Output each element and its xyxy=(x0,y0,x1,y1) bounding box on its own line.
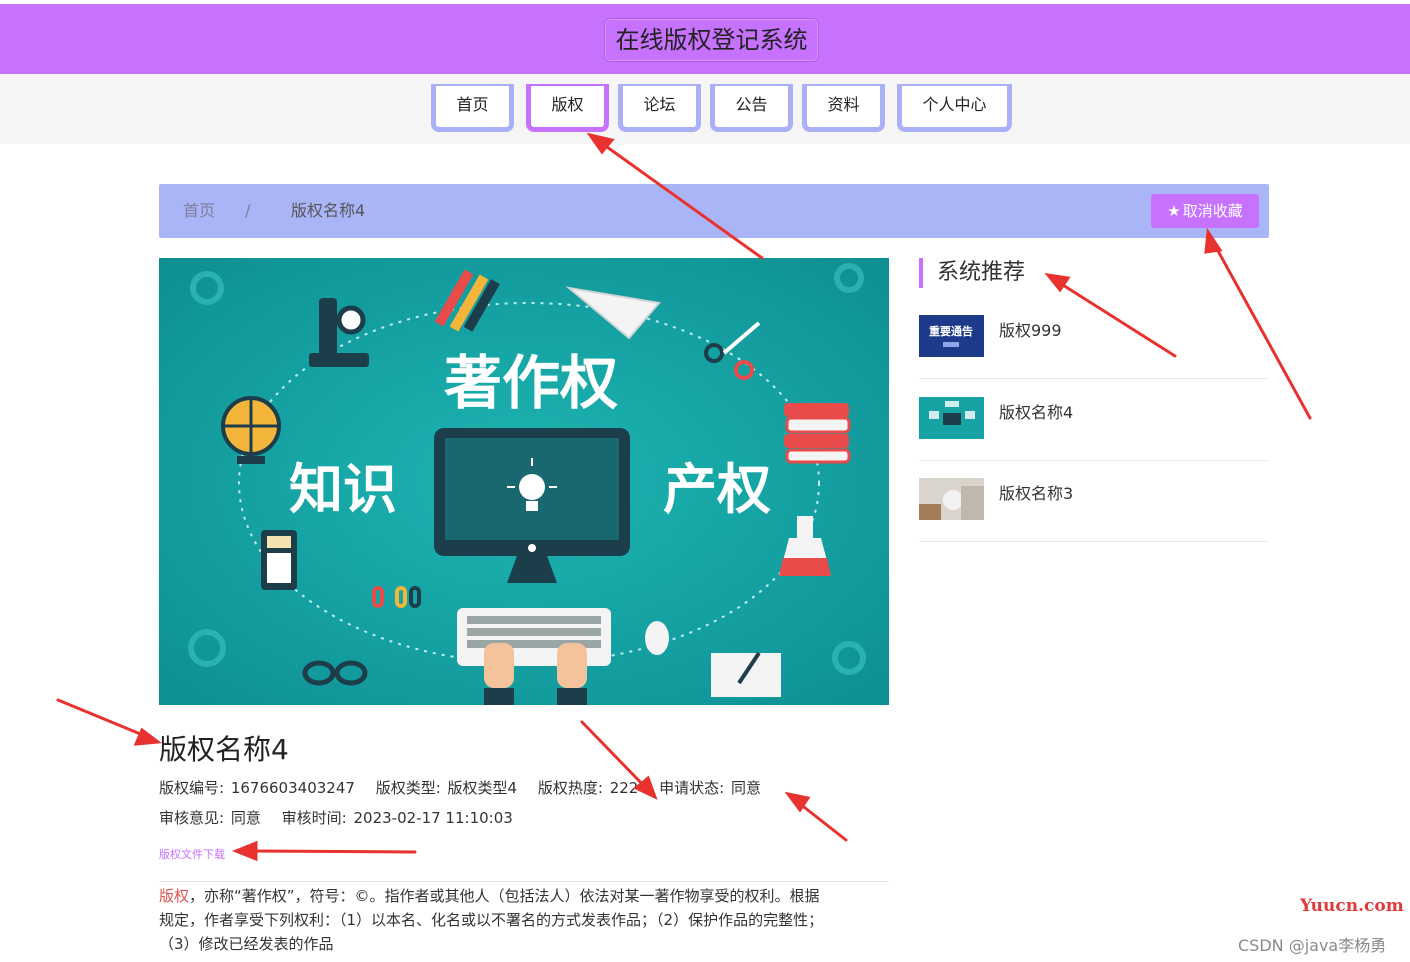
nav-item-profile[interactable]: 个人中心 xyxy=(897,84,1012,132)
nav-item-forum[interactable]: 论坛 xyxy=(618,84,701,132)
type-value: 版权类型4 xyxy=(447,779,518,797)
unfavorite-label: 取消收藏 xyxy=(1182,202,1243,220)
copyright-title: 版权名称4 xyxy=(159,733,289,766)
breadcrumb-home[interactable]: 首页 xyxy=(183,184,215,238)
nav-item-home[interactable]: 首页 xyxy=(431,84,514,132)
description-line-2: 规定，作者享受下列权利：（1）以本名、化名或以不署名的方式发表作品；（2）保护作… xyxy=(159,911,824,929)
recommendation-title: 系统推荐 xyxy=(919,258,1025,288)
number-label: 版权编号: xyxy=(159,779,225,797)
hero-text-right: 产权 xyxy=(663,458,771,521)
type-label: 版权类型: xyxy=(375,779,441,797)
heat-label: 版权热度: xyxy=(537,779,603,797)
recommendation-item[interactable]: 重要通告 版权999 xyxy=(919,297,1269,379)
description-keyword: 版权 xyxy=(159,887,190,905)
thumb-text: 重要通告 xyxy=(929,324,973,338)
review-time-label: 审核时间: xyxy=(281,809,347,827)
site-title[interactable]: 在线版权登记系统 xyxy=(604,18,819,62)
site-header: 在线版权登记系统 xyxy=(0,4,1410,74)
ip-illustration: 著作权 知识 产权 xyxy=(159,258,889,705)
csdn-watermark: CSDN @java李杨勇 xyxy=(1238,936,1387,955)
file-download-link[interactable]: 版权文件下载 xyxy=(159,846,225,862)
copyright-description: 版权，亦称“著作权”，符号：©。指作者或其他人（包括法人）依法对某一著作物享受的… xyxy=(159,884,889,956)
recommendation-label: 版权999 xyxy=(999,321,1062,340)
recommendation-item[interactable]: 版权名称4 xyxy=(919,379,1269,461)
breadcrumb-current: 版权名称4 xyxy=(291,201,366,220)
heat-value: 222 xyxy=(609,779,639,797)
hero-text-main: 著作权 xyxy=(444,349,618,417)
review-time-value: 2023-02-17 11:10:03 xyxy=(353,809,513,827)
description-line-1: 版权，亦称“著作权”，符号：©。指作者或其他人（包括法人）依法对某一著作物享受的… xyxy=(159,884,889,908)
hero-text-left: 知识 xyxy=(289,458,397,521)
recommendation-thumbnail: 重要通告 xyxy=(919,315,984,357)
breadcrumb: 首页 / 版权名称4 ★ 取消收藏 xyxy=(159,184,1269,238)
recommendation-thumbnail xyxy=(919,478,984,520)
description-text-1: ，亦称“著作权”，符号：©。指作者或其他人（包括法人）依法对某一著作物享受的权利… xyxy=(189,887,820,905)
nav-item-copyright[interactable]: 版权 xyxy=(526,84,609,132)
status-value: 同意 xyxy=(730,779,761,797)
status-label: 申请状态: xyxy=(659,779,725,797)
content-divider xyxy=(159,881,889,882)
opinion-value: 同意 xyxy=(230,809,261,827)
recommendation-item[interactable]: 版权名称3 xyxy=(919,460,1269,542)
meta-line-1: 版权编号: 1676603403247 版权类型: 版权类型4 版权热度: 22… xyxy=(159,777,763,798)
unfavorite-button[interactable]: ★ 取消收藏 xyxy=(1151,194,1259,228)
copyright-cover-image: 著作权 知识 产权 xyxy=(159,258,889,705)
opinion-label: 审核意见: xyxy=(159,809,225,827)
description-line-3: （3）修改已经发表的作品 xyxy=(159,935,334,953)
recommendation-label: 版权名称3 xyxy=(999,484,1074,503)
yuucn-watermark: Yuucn.com xyxy=(1300,896,1404,916)
star-icon: ★ xyxy=(1167,202,1181,220)
nav-item-announcement[interactable]: 公告 xyxy=(710,84,793,132)
recommendation-label: 版权名称4 xyxy=(999,403,1074,422)
nav-item-materials[interactable]: 资料 xyxy=(802,84,885,132)
number-value: 1676603403247 xyxy=(230,779,355,797)
recommendation-thumbnail xyxy=(919,397,984,439)
meta-line-2: 审核意见: 同意 审核时间: 2023-02-17 11:10:03 xyxy=(159,807,515,828)
breadcrumb-separator: / xyxy=(245,201,251,220)
main-nav: 首页 版权 论坛 公告 资料 个人中心 xyxy=(0,74,1410,144)
